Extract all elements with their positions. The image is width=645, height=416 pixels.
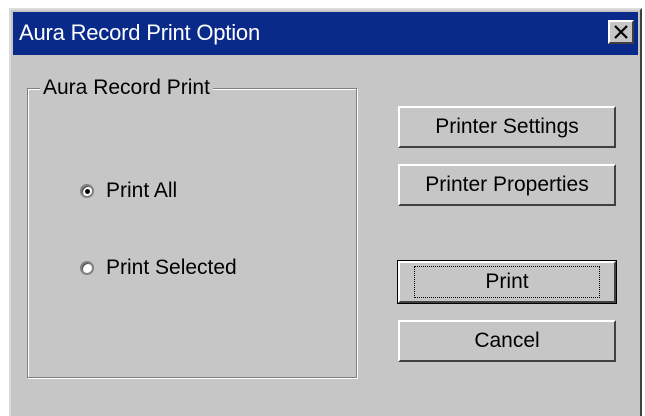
title-bar[interactable]: Aura Record Print Option xyxy=(13,12,638,55)
radio-print-all[interactable]: Print All xyxy=(80,177,177,205)
cancel-button[interactable]: Cancel xyxy=(398,320,616,362)
printer-settings-button[interactable]: Printer Settings xyxy=(398,106,616,148)
print-options-group xyxy=(27,88,357,378)
print-button[interactable]: Print xyxy=(397,260,617,304)
radio-label-print-selected: Print Selected xyxy=(106,256,237,279)
group-legend: Aura Record Print xyxy=(40,76,213,100)
radio-unchecked-icon[interactable] xyxy=(80,261,94,275)
radio-checked-icon[interactable] xyxy=(80,184,94,198)
close-button[interactable] xyxy=(608,20,634,44)
radio-label-print-all: Print All xyxy=(106,179,178,202)
close-icon xyxy=(614,25,628,39)
print-button-label: Print xyxy=(414,266,600,298)
window-title: Aura Record Print Option xyxy=(19,20,260,45)
printer-properties-button[interactable]: Printer Properties xyxy=(398,164,616,206)
radio-print-selected[interactable]: Print Selected xyxy=(80,254,237,282)
